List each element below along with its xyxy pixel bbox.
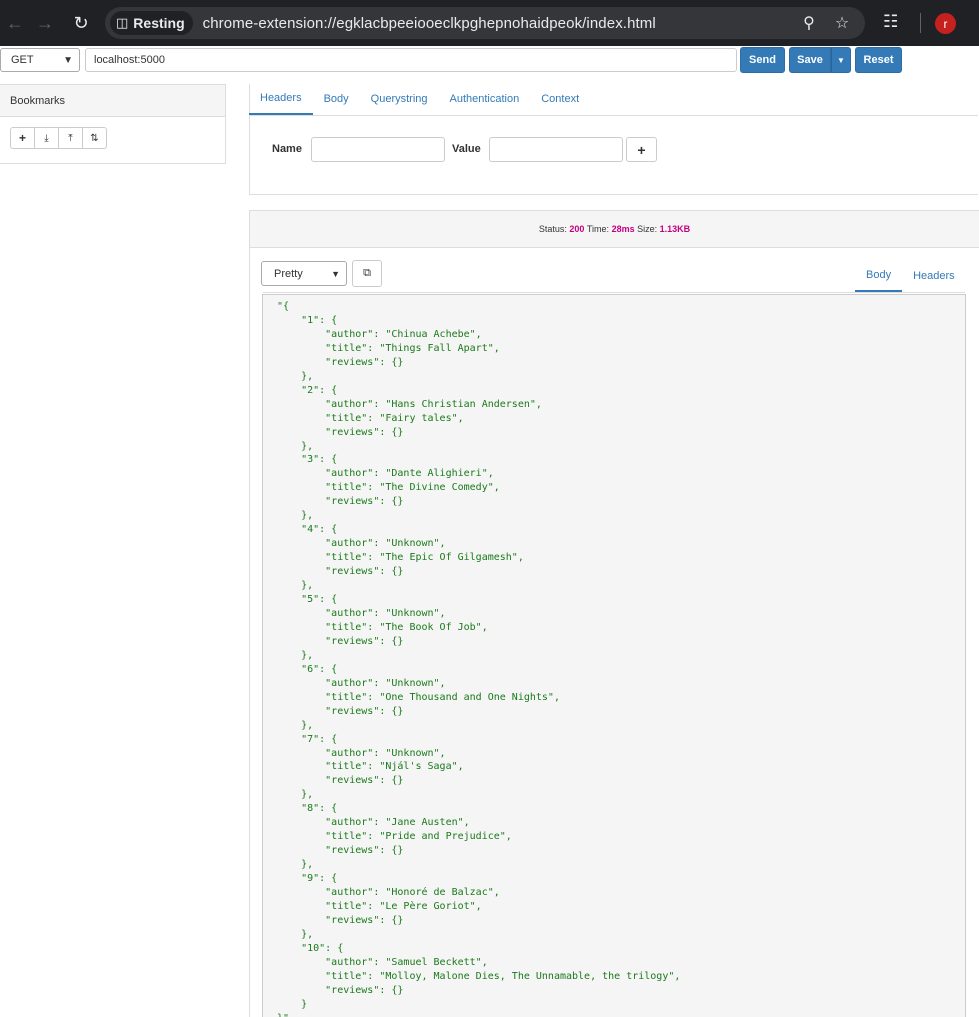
tabs-divider — [249, 115, 978, 116]
size-label: Size: — [637, 224, 658, 234]
address-bar[interactable]: ◫ Resting chrome-extension://egklacbpeei… — [105, 7, 865, 39]
tab-context[interactable]: Context — [530, 83, 590, 115]
request-url-input[interactable]: localhost:5000 — [85, 48, 737, 72]
puzzle-icon[interactable]: ☷ — [883, 12, 898, 32]
method-select[interactable]: GET ▼ — [0, 48, 80, 72]
status-code: 200 — [569, 224, 585, 234]
import-bookmark-button[interactable]: ⤓ — [34, 127, 59, 149]
back-arrow-icon[interactable]: ← — [0, 8, 30, 38]
sort-icon: ⇅ — [90, 132, 99, 144]
send-button[interactable]: Send — [740, 47, 785, 73]
browser-toolbar: ← → ↻ ◫ Resting chrome-extension://egkla… — [0, 0, 979, 46]
response-time: 28ms — [611, 224, 635, 234]
chevron-down-icon: ▼ — [63, 54, 73, 66]
save-button[interactable]: Save — [789, 47, 831, 73]
add-icon: + — [18, 131, 26, 145]
response-body-text: "{ "1": { "author": "Chinua Achebe", "ti… — [277, 301, 681, 1017]
export-bookmark-button[interactable]: ⤒ — [58, 127, 83, 149]
add-header-button[interactable]: + — [626, 137, 657, 162]
bookmarks-title: Bookmarks — [0, 85, 225, 117]
tab-body[interactable]: Body — [313, 83, 360, 115]
response-body[interactable]: "{ "1": { "author": "Chinua Achebe", "ti… — [262, 294, 966, 1017]
bookmarks-panel: Bookmarks + ⤓ ⤒ ⇅ — [0, 84, 226, 164]
toolbar-divider — [920, 13, 921, 33]
response-tabs-divider — [263, 292, 965, 293]
avatar[interactable]: r — [935, 13, 956, 34]
zoom-icon[interactable]: ⚲ — [798, 13, 820, 33]
tab-response-body[interactable]: Body — [855, 259, 903, 292]
header-value-label: Value — [452, 143, 481, 155]
import-icon: ⤓ — [44, 132, 49, 144]
response-tabs: Body Headers — [855, 259, 966, 292]
site-chip[interactable]: ◫ Resting — [110, 11, 193, 35]
copy-button[interactable]: ⧉ — [352, 260, 382, 287]
bookmarks-toolbar: + ⤓ ⤒ ⇅ — [10, 127, 107, 149]
sort-bookmark-button[interactable]: ⇅ — [82, 127, 107, 149]
tab-querystring[interactable]: Querystring — [360, 83, 439, 115]
tab-headers[interactable]: Headers — [249, 83, 313, 115]
address-url[interactable]: chrome-extension://egklacbpeeiooeclkpghe… — [203, 15, 656, 32]
clipboard-icon: ⧉ — [363, 267, 371, 279]
star-icon[interactable]: ☆ — [831, 13, 853, 33]
forward-arrow-icon[interactable]: → — [30, 8, 60, 38]
chevron-down-icon: ▼ — [331, 268, 340, 279]
response-status-bar: Status: 200 Time: 28ms Size: 1.13KB — [249, 210, 979, 248]
tab-response-headers[interactable]: Headers — [902, 259, 966, 292]
time-label: Time: — [586, 224, 610, 234]
site-chip-label: Resting — [133, 15, 185, 31]
save-dropdown-button[interactable]: ▼ — [831, 47, 851, 73]
plus-icon: + — [637, 141, 646, 158]
extension-icon: ◫ — [116, 15, 129, 30]
caret-down-icon: ▼ — [837, 55, 845, 65]
tab-authentication[interactable]: Authentication — [439, 83, 531, 115]
export-icon: ⤒ — [68, 132, 73, 144]
request-tabs: Headers Body Querystring Authentication … — [249, 83, 590, 115]
add-bookmark-button[interactable]: + — [10, 127, 35, 149]
format-select[interactable]: Pretty ▼ — [261, 261, 347, 286]
reload-icon[interactable]: ↻ — [66, 8, 96, 38]
reset-button[interactable]: Reset — [855, 47, 902, 73]
header-name-label: Name — [272, 143, 302, 155]
status-label: Status: — [538, 224, 567, 234]
header-value-input[interactable] — [489, 137, 623, 162]
response-size: 1.13KB — [659, 224, 691, 234]
header-name-input[interactable] — [311, 137, 445, 162]
method-value: GET — [11, 54, 34, 66]
format-value: Pretty — [274, 267, 303, 280]
